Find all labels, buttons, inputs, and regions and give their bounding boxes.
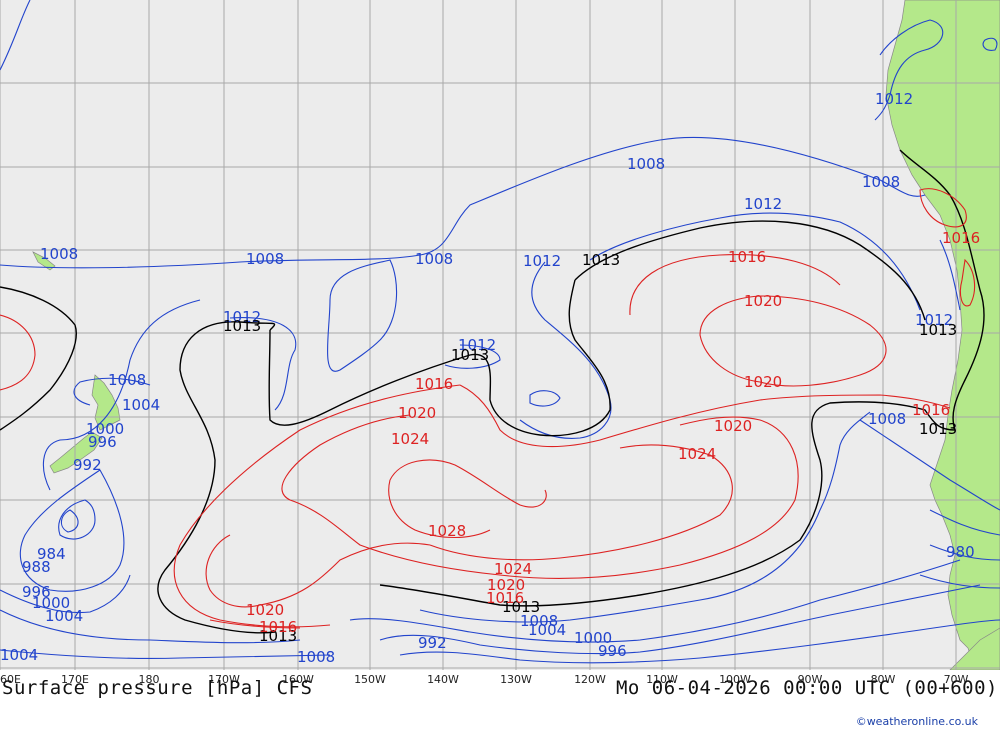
isobar-label: 992 <box>73 456 102 474</box>
map-title: Surface pressure [hPa] CFS <box>2 677 313 699</box>
longitude-label: 130W <box>500 673 532 686</box>
isobar-label: 1016 <box>415 375 453 393</box>
longitude-label: 120W <box>574 673 606 686</box>
isobar-label: 1008 <box>627 155 665 173</box>
map-canvas: 1008 1008 1008 1008 1008 1008 1008 1008 … <box>0 0 1000 670</box>
longitude-label: 140W <box>427 673 459 686</box>
isobar-label: 1004 <box>0 646 38 664</box>
isobar-label: 1020 <box>744 292 782 310</box>
forecast-time: Mo 06-04-2026 00:00 UTC (00+600) <box>615 677 998 699</box>
isobar-label: 1016 <box>259 618 297 636</box>
pressure-map: 1008 1008 1008 1008 1008 1008 1008 1008 … <box>0 0 1000 670</box>
isobar-label: 1024 <box>494 560 532 578</box>
isobar-label: 1008 <box>108 371 146 389</box>
isobar-label: 1024 <box>678 445 716 463</box>
isobar-label: 1012 <box>523 252 561 270</box>
isobar-label: 1020 <box>398 404 436 422</box>
isobar-label: 1028 <box>428 522 466 540</box>
isobar-label: 1013 <box>919 321 957 339</box>
isobar-label: 1008 <box>40 245 78 263</box>
isobar-label: 1016 <box>728 248 766 266</box>
isobar-label: 1008 <box>415 250 453 268</box>
isobar-label: 1024 <box>391 430 429 448</box>
isobar-label: 996 <box>88 433 117 451</box>
isobar-label: 1020 <box>246 601 284 619</box>
isobar-label: 996 <box>22 583 51 601</box>
isobar-label: 1016 <box>912 401 950 419</box>
isobar-label: 1020 <box>744 373 782 391</box>
isobar-label: 1004 <box>528 621 566 639</box>
longitude-label: 150W <box>354 673 386 686</box>
isobar-label: 996 <box>598 642 627 660</box>
isobar-label: 1012 <box>875 90 913 108</box>
isobar-label: 1012 <box>744 195 782 213</box>
isobar-label: 1013 <box>582 251 620 269</box>
isobar-label: 1013 <box>919 420 957 438</box>
isobar-label: 992 <box>418 634 447 652</box>
isobar-label: 1008 <box>862 173 900 191</box>
isobar-label: 1016 <box>942 229 980 247</box>
isobar-label: 984 <box>37 545 66 563</box>
isobar-label: 1008 <box>297 648 335 666</box>
isobar-label: 1013 <box>223 317 261 335</box>
isobar-label: 1008 <box>246 250 284 268</box>
isobar-label: 1020 <box>714 417 752 435</box>
isobar-label: 980 <box>946 543 975 561</box>
isobar-label: 1004 <box>122 396 160 414</box>
isobar-label: 1008 <box>868 410 906 428</box>
credit-link[interactable]: ©weatheronline.co.uk <box>856 715 978 728</box>
isobar-label: 1013 <box>451 346 489 364</box>
isobar-label: 1020 <box>487 576 525 594</box>
